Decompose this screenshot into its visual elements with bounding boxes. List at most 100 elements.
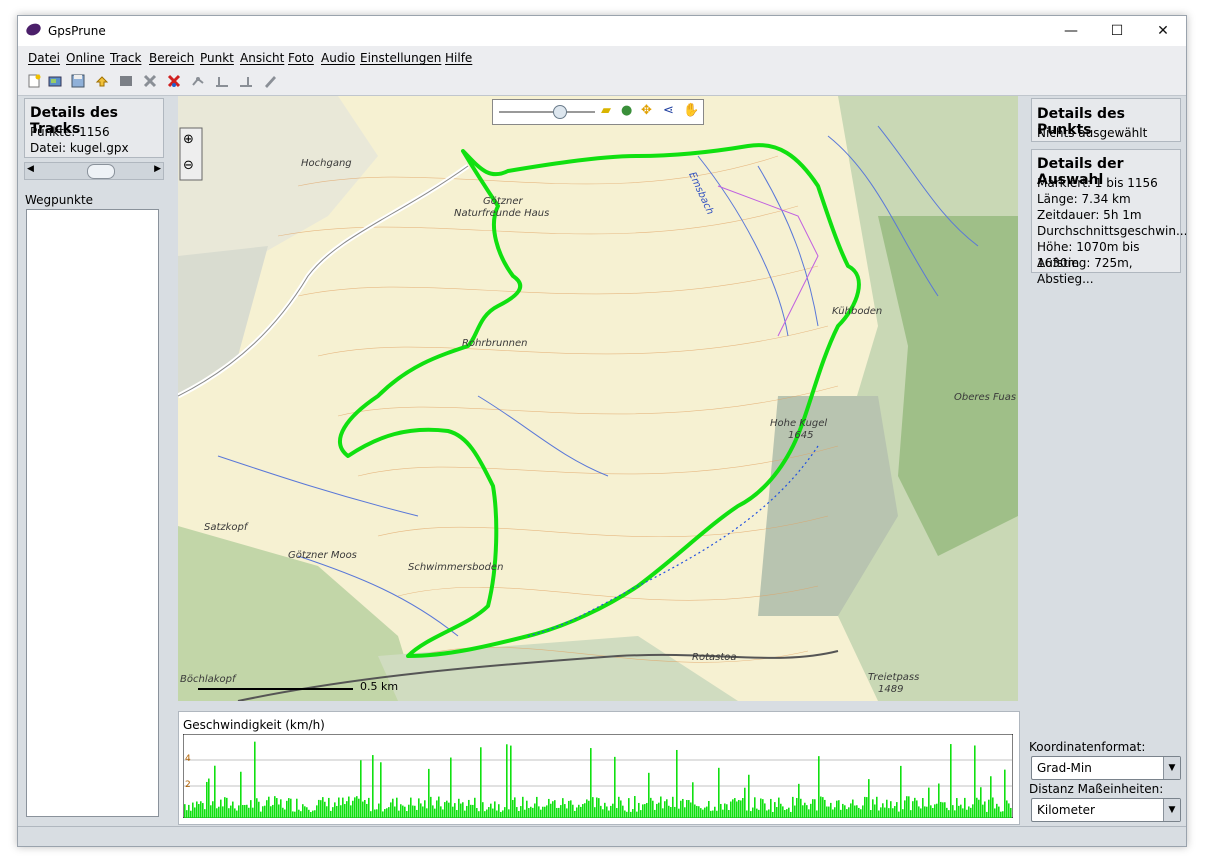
speed-bar	[904, 800, 906, 818]
globe-icon[interactable]: ●	[621, 103, 632, 118]
track-details-panel: Details des Tracks Punkte: 1156 Datei: k…	[24, 98, 164, 158]
speed-bar	[438, 796, 440, 818]
map-view[interactable]: ⊕ ⊖ ▰ ● ✥ ⋖ ✋ Hochgang Götzner Naturfreu…	[178, 96, 1018, 701]
pan-icon[interactable]: ✥	[641, 103, 652, 118]
speed-bar	[428, 768, 430, 818]
menu-audio[interactable]: Audio	[321, 51, 355, 65]
speed-bar	[798, 783, 800, 818]
speed-bar	[782, 806, 784, 818]
delete-range-icon[interactable]	[166, 73, 182, 89]
minimize-button[interactable]: —	[1048, 16, 1094, 46]
speed-bar	[300, 811, 302, 818]
menu-einstellungen[interactable]: Einstellungen	[360, 51, 441, 65]
connect-points-icon[interactable]: ⋖	[663, 103, 674, 118]
track-position-slider[interactable]: ◀ ▶	[24, 162, 164, 180]
new-file-icon[interactable]	[26, 73, 42, 89]
slider-left-arrow-icon[interactable]: ◀	[27, 164, 34, 174]
menu-ansicht[interactable]: Ansicht	[240, 51, 284, 65]
add-point-icon[interactable]	[214, 73, 230, 89]
delete-point-icon[interactable]	[142, 73, 158, 89]
speed-bar	[968, 806, 970, 818]
speed-bar	[844, 805, 846, 818]
speed-bar	[916, 800, 918, 818]
speed-bar	[302, 804, 304, 818]
speed-bar	[304, 806, 306, 818]
speed-bar	[876, 796, 878, 818]
speed-bar	[640, 810, 642, 818]
speed-bar	[914, 797, 916, 818]
save-icon[interactable]	[70, 73, 86, 89]
zoom-in-icon[interactable]: ⊕	[183, 132, 194, 147]
edit-icon[interactable]	[262, 73, 278, 89]
speed-bar	[690, 802, 692, 818]
speed-bar	[900, 765, 902, 818]
speed-bar	[942, 802, 944, 818]
speed-bar	[474, 797, 476, 818]
distance-units-select[interactable]: Kilometer ▼	[1031, 798, 1181, 822]
speed-bar	[228, 808, 230, 818]
undo-icon[interactable]	[94, 73, 110, 89]
zoom-out-icon[interactable]: ⊖	[183, 158, 194, 173]
speed-bar	[408, 804, 410, 818]
speed-bar	[574, 810, 576, 818]
speed-bar	[470, 804, 472, 818]
ruler-icon[interactable]: ▰	[601, 103, 611, 118]
speed-bar	[744, 787, 746, 818]
menu-hilfe[interactable]: Hilfe	[445, 51, 472, 65]
speed-bar	[882, 803, 884, 818]
map-label-boechlakopf: Böchlakopf	[180, 674, 236, 685]
chevron-down-icon[interactable]: ▼	[1163, 799, 1180, 821]
menu-foto[interactable]: Foto	[288, 51, 314, 65]
waypoints-list[interactable]	[26, 209, 159, 817]
menu-bereich[interactable]: Bereich	[149, 51, 194, 65]
coord-format-select[interactable]: Grad-Min ▼	[1031, 756, 1181, 780]
menu-punkt[interactable]: Punkt	[200, 51, 234, 65]
track-points-count: Punkte: 1156	[30, 125, 110, 139]
speed-bar	[268, 796, 270, 818]
menu-track[interactable]: Track	[110, 51, 141, 65]
speed-bar	[236, 810, 238, 818]
speed-bar	[832, 809, 834, 818]
maximize-button[interactable]: ☐	[1094, 16, 1140, 46]
speed-bar	[376, 809, 378, 818]
speed-bar	[466, 805, 468, 818]
speed-bar	[644, 804, 646, 818]
add-photo-icon[interactable]	[47, 73, 63, 89]
connect-icon[interactable]	[190, 73, 206, 89]
map-control-strip: ▰ ● ✥ ⋖ ✋	[492, 99, 704, 125]
speed-profile-panel[interactable]: Geschwindigkeit (km/h) 4 2	[178, 711, 1020, 825]
speed-bar	[718, 767, 720, 818]
speed-bar	[514, 797, 516, 818]
close-button[interactable]: ✕	[1140, 16, 1186, 46]
add-point-after-icon[interactable]	[238, 73, 254, 89]
transparency-slider-track[interactable]	[499, 111, 595, 113]
transparency-slider-thumb[interactable]	[553, 105, 567, 119]
chevron-down-icon[interactable]: ▼	[1163, 757, 1180, 779]
menu-datei[interactable]: Datei	[28, 51, 60, 65]
speed-bar	[520, 806, 522, 818]
speed-bar	[598, 798, 600, 818]
speed-bar	[958, 805, 960, 818]
speed-bar	[642, 804, 644, 818]
speed-bar	[868, 779, 870, 818]
speed-bar	[252, 807, 254, 818]
speed-bar	[414, 805, 416, 818]
speed-bar	[364, 799, 366, 818]
coord-format-label: Koordinatenformat:	[1029, 740, 1146, 754]
speed-bar	[592, 797, 594, 818]
stop-icon[interactable]	[118, 73, 134, 89]
speed-bar	[680, 800, 682, 818]
slider-thumb[interactable]	[87, 164, 115, 179]
menu-online[interactable]: Online	[66, 51, 105, 65]
speed-bar	[314, 810, 316, 818]
speed-bar	[256, 798, 258, 818]
speed-bar	[504, 807, 506, 818]
speed-bar	[482, 802, 484, 818]
hand-icon[interactable]: ✋	[683, 103, 699, 118]
speed-bar	[654, 809, 656, 818]
slider-right-arrow-icon[interactable]: ▶	[154, 164, 161, 174]
speed-bar	[728, 810, 730, 818]
speed-bar	[924, 806, 926, 818]
speed-bar	[450, 757, 452, 818]
range-selected-line: Markiert: 1 bis 1156	[1037, 176, 1158, 190]
